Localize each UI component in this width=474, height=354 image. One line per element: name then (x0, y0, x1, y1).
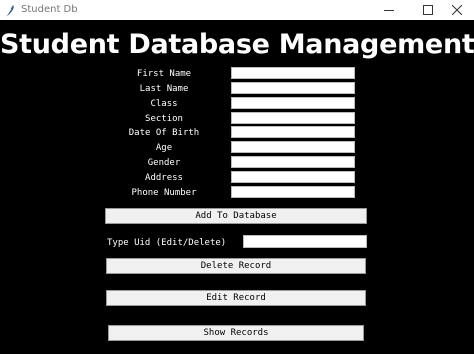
last-name-label: Last Name (139, 84, 189, 94)
age-label: Age (155, 143, 173, 153)
uid-field[interactable] (243, 235, 367, 248)
first-name-label: First Name (136, 69, 192, 79)
add-to-database-button[interactable]: Add To Database (105, 208, 367, 224)
class-label: Class (150, 99, 178, 109)
section-field[interactable] (231, 112, 355, 124)
phone-number-field[interactable] (231, 186, 355, 198)
gender-label: Gender (147, 158, 181, 168)
close-button[interactable] (440, 0, 474, 20)
date-of-birth-label: Date Of Birth (128, 128, 200, 138)
gender-field[interactable] (231, 156, 355, 168)
page-title: Student Database Management (0, 29, 474, 60)
uid-label: Type Uid (Edit/Delete) (107, 238, 227, 248)
delete-record-button[interactable]: Delete Record (106, 258, 366, 274)
date-of-birth-field[interactable] (231, 126, 355, 138)
app-window: Student Db Student Database Management F… (0, 0, 474, 354)
minimize-button[interactable] (372, 0, 406, 20)
maximize-icon (423, 5, 433, 15)
feather-icon (4, 3, 16, 18)
minimize-icon (384, 10, 394, 11)
close-icon (452, 5, 462, 15)
show-records-button[interactable]: Show Records (108, 325, 364, 341)
title-bar: Student Db (0, 0, 474, 20)
first-name-field[interactable] (231, 67, 355, 79)
section-label: Section (145, 114, 183, 124)
window-title: Student Db (21, 4, 78, 15)
last-name-field[interactable] (231, 82, 355, 94)
address-label: Address (145, 173, 183, 183)
age-field[interactable] (231, 141, 355, 153)
phone-number-label: Phone Number (131, 188, 197, 198)
edit-record-button[interactable]: Edit Record (106, 290, 366, 306)
address-field[interactable] (231, 171, 355, 183)
class-field[interactable] (231, 97, 355, 109)
